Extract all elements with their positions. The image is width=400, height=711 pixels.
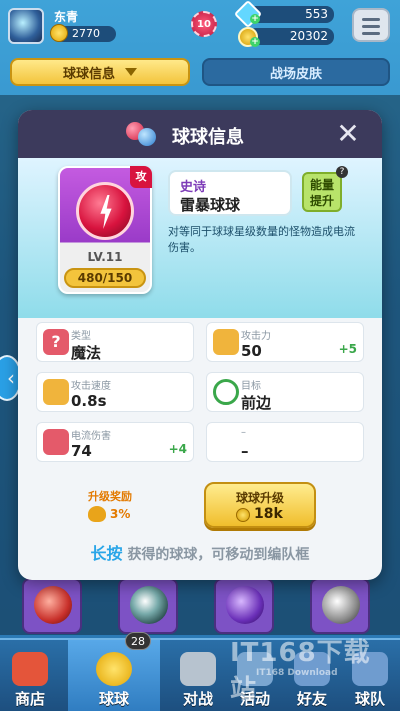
- ball-slot[interactable]: [22, 578, 82, 634]
- upgrade-reward-label: 升级奖励: [88, 490, 132, 503]
- add-gems-icon[interactable]: +: [250, 14, 260, 24]
- ball-slot[interactable]: [118, 578, 178, 634]
- trophy-icon: [50, 24, 68, 42]
- thunder-ball-icon: [76, 182, 134, 240]
- hamburger-icon: [362, 18, 380, 21]
- attack-type-tag: 攻: [130, 166, 152, 188]
- tab-ball-info[interactable]: 球球信息: [10, 58, 190, 86]
- crossed-swords-icon: [43, 379, 69, 405]
- coin-icon: [236, 508, 250, 522]
- watermark: IT168下载站 IT168 Download: [230, 638, 371, 705]
- stat-electric-damage: 电流伤害 74 +4: [36, 422, 194, 462]
- stat-attack: 攻击力 50 +5: [206, 322, 364, 362]
- stat-target: 目标 前边: [206, 372, 364, 412]
- nav-balls-badge: 28: [125, 632, 151, 650]
- modal-header: 球球信息 ✕: [18, 110, 382, 158]
- hint-text: 长按 获得的球球，可移动到编队框: [90, 544, 310, 563]
- question-icon: ?: [43, 329, 69, 355]
- nav-shop[interactable]: 商店: [0, 640, 70, 711]
- ball-description: 对等同于球球星级数量的怪物造成电流伤害。: [168, 225, 355, 254]
- ball-name: 雷暴球球: [180, 196, 241, 214]
- ball-rarity: 史诗: [180, 180, 207, 195]
- player-level-badge: 10: [191, 11, 217, 37]
- stat-type: ? 类型 魔法: [36, 322, 194, 362]
- energy-boost-button[interactable]: 能量 提升: [302, 172, 342, 212]
- ball-level: LV.11: [87, 250, 123, 264]
- modal-title: 球球信息: [172, 127, 244, 148]
- target-icon: [213, 379, 239, 405]
- ball-summary: 攻 LV.11 480/150 史诗 雷暴球球 能量 提升 ? 对等同于球球星级…: [18, 158, 382, 318]
- chevron-down-icon: [125, 68, 137, 76]
- stat-attack-speed: 攻击速度 0.8s: [36, 372, 194, 412]
- lightning-icon: [43, 429, 69, 455]
- top-bar: 东青 2770 10 553 + 20302 +: [0, 0, 400, 50]
- balls-icon: [126, 122, 158, 146]
- ball-xp: 480/150: [64, 268, 146, 288]
- ball-name-box: 史诗 雷暴球球: [168, 170, 292, 216]
- upgrade-cost: 18k: [254, 506, 283, 522]
- upgrade-reward-value: 3%: [110, 507, 131, 521]
- coin-count: 20302: [248, 28, 334, 45]
- shop-icon: [12, 652, 48, 686]
- close-icon[interactable]: ✕: [334, 120, 362, 148]
- nav-balls[interactable]: 球球: [68, 640, 160, 711]
- add-coins-icon[interactable]: +: [250, 37, 260, 47]
- stat-empty: – –: [206, 422, 364, 462]
- ball-upgrade-button[interactable]: 球球升级 18k: [204, 482, 316, 528]
- menu-button[interactable]: [352, 8, 390, 42]
- ball-icon: [96, 652, 132, 686]
- player-avatar[interactable]: [8, 8, 44, 44]
- ball-info-modal: 球球信息 ✕ 攻 LV.11 480/150 史诗 雷暴球球 能量 提升 ? 对…: [18, 110, 382, 580]
- trophy-count: 2770: [72, 27, 100, 40]
- crown-icon: [88, 506, 106, 522]
- help-icon[interactable]: ?: [336, 166, 348, 178]
- sword-icon: [213, 329, 239, 355]
- tab-battlefield-skin[interactable]: 战场皮肤: [202, 58, 390, 86]
- tab-bar: 球球信息 战场皮肤: [10, 58, 390, 88]
- player-name: 东青: [54, 10, 79, 24]
- ball-card: 攻 LV.11 480/150: [58, 166, 152, 294]
